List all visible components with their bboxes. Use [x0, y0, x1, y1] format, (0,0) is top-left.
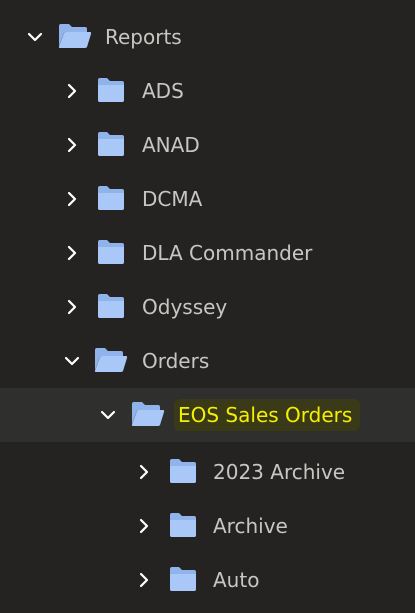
tree-item-label: ADS — [142, 79, 184, 103]
folder-icon — [169, 458, 199, 484]
folder-open-icon — [131, 401, 165, 427]
folder-icon — [97, 185, 127, 211]
tree-item-label: 2023 Archive — [213, 460, 346, 484]
tree-item-odyssey[interactable]: Odyssey — [0, 280, 415, 334]
tree-item-orders[interactable]: Orders — [0, 334, 415, 388]
tree-item-label: Archive — [213, 514, 288, 538]
folder-icon — [97, 239, 127, 265]
chevron-right-icon[interactable] — [63, 298, 81, 316]
chevron-right-icon[interactable] — [135, 517, 153, 535]
folder-open-icon — [94, 347, 128, 373]
tree-item-auto[interactable]: Auto — [0, 553, 415, 607]
tree-item-label: Orders — [142, 349, 210, 373]
tree-item-reports[interactable]: Reports — [0, 10, 415, 64]
chevron-right-icon[interactable] — [135, 571, 153, 589]
chevron-down-icon[interactable] — [63, 352, 81, 370]
chevron-right-icon[interactable] — [63, 190, 81, 208]
tree-item-anad[interactable]: ANAD — [0, 118, 415, 172]
tree-item-label: ANAD — [142, 133, 200, 157]
tree-item-archive[interactable]: Archive — [0, 499, 415, 553]
tree-item-dcma[interactable]: DCMA — [0, 172, 415, 226]
folder-icon — [169, 512, 199, 538]
folder-icon — [169, 566, 199, 592]
chevron-right-icon[interactable] — [63, 82, 81, 100]
tree-item-label: Reports — [105, 25, 182, 49]
chevron-right-icon[interactable] — [63, 136, 81, 154]
tree-item-2023-archive[interactable]: 2023 Archive — [0, 445, 415, 499]
tree-item-label: DCMA — [142, 187, 203, 211]
folder-open-icon — [58, 23, 92, 49]
tree-item-label: EOS Sales Orders — [174, 399, 361, 431]
folder-icon — [97, 131, 127, 157]
tree-item-ads[interactable]: ADS — [0, 64, 415, 118]
tree-item-label: Auto — [213, 568, 260, 592]
folder-icon — [97, 293, 127, 319]
chevron-right-icon[interactable] — [63, 244, 81, 262]
chevron-down-icon[interactable] — [99, 406, 117, 424]
chevron-down-icon[interactable] — [26, 28, 44, 46]
tree-item-dla-commander[interactable]: DLA Commander — [0, 226, 415, 280]
folder-tree: Reports ADS ANAD DCMA DLA Commander Odys… — [0, 0, 415, 613]
tree-item-label: DLA Commander — [142, 241, 313, 265]
tree-item-eos-sales-orders[interactable]: EOS Sales Orders — [0, 388, 415, 442]
folder-icon — [97, 77, 127, 103]
chevron-right-icon[interactable] — [135, 463, 153, 481]
tree-item-label: Odyssey — [142, 295, 228, 319]
